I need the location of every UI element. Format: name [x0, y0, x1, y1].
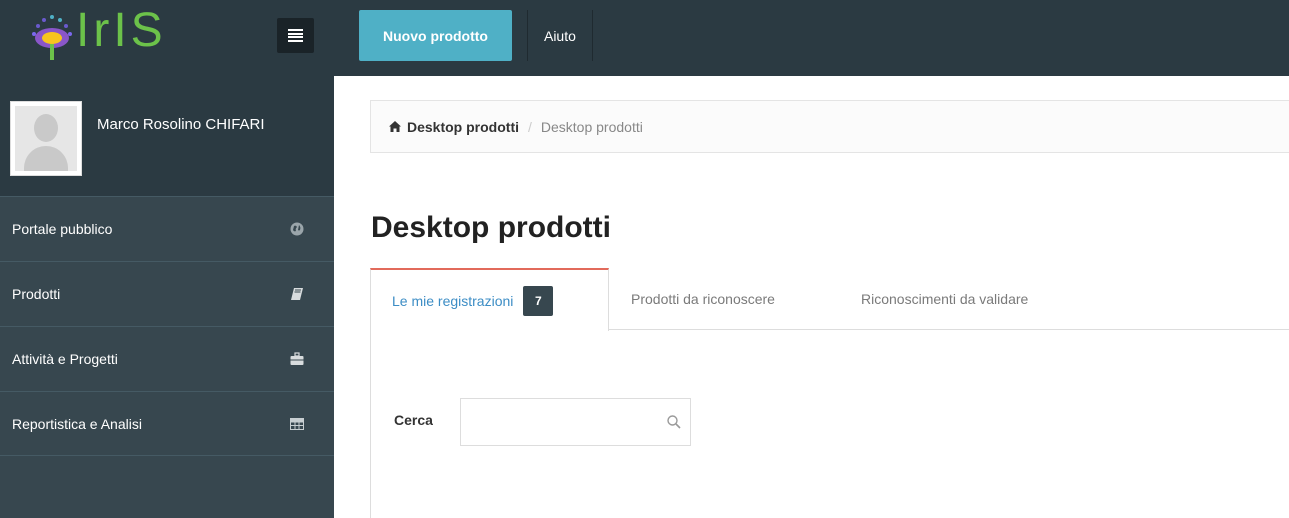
- tab-products-to-recognize[interactable]: Prodotti da riconoscere: [631, 268, 775, 330]
- breadcrumb-separator: /: [528, 118, 532, 135]
- app-root: IrIS Nuovo prodotto Aiuto Marco Rosolino…: [0, 0, 1289, 518]
- globe-icon: [290, 222, 304, 236]
- tab-my-registrations[interactable]: Le mie registrazioni 7: [370, 268, 609, 331]
- tab-label: Prodotti da riconoscere: [631, 291, 775, 307]
- avatar[interactable]: [10, 101, 82, 176]
- sidebar-item-public-portal[interactable]: Portale pubblico: [0, 196, 334, 261]
- logo-text: IrIS: [76, 4, 167, 57]
- tab-content-border: [370, 330, 371, 518]
- tab-label: Le mie registrazioni: [392, 292, 514, 309]
- sidebar-item-activities-projects[interactable]: Attività e Progetti: [0, 326, 334, 391]
- top-nav: Nuovo prodotto Aiuto: [359, 10, 593, 62]
- user-name[interactable]: Marco Rosolino CHIFARI: [97, 116, 265, 133]
- tab-label: Riconoscimenti da validare: [861, 291, 1029, 307]
- tab-bar: Le mie registrazioni 7 Prodotti da ricon…: [370, 268, 1289, 331]
- breadcrumb-home-link[interactable]: Desktop prodotti: [407, 119, 519, 135]
- breadcrumb: Desktop prodotti / Desktop prodotti: [370, 100, 1289, 153]
- search-icon[interactable]: [667, 415, 681, 429]
- sidebar-item-label: Portale pubblico: [12, 221, 113, 237]
- sidebar: Marco Rosolino CHIFARI Portale pubblico …: [0, 76, 334, 518]
- home-icon: [389, 121, 401, 132]
- sidebar-item-reports-analysis[interactable]: Reportistica e Analisi: [0, 391, 334, 456]
- avatar-placeholder-icon: [15, 106, 77, 171]
- sidebar-item-products[interactable]: Prodotti: [0, 261, 334, 326]
- briefcase-icon: [290, 352, 304, 365]
- logo-area: IrIS: [0, 0, 334, 76]
- table-icon: [290, 418, 304, 430]
- hamburger-icon: [288, 29, 303, 42]
- tab-recognitions-to-validate[interactable]: Riconoscimenti da validare: [861, 268, 1028, 330]
- top-navbar: IrIS Nuovo prodotto Aiuto: [0, 0, 1289, 76]
- search-label: Cerca: [394, 412, 433, 428]
- menu-toggle-button[interactable]: [277, 18, 314, 53]
- breadcrumb-current: Desktop prodotti: [540, 118, 643, 135]
- user-profile: Marco Rosolino CHIFARI: [0, 76, 334, 196]
- search-box: [460, 398, 691, 446]
- sidebar-item-label: Prodotti: [12, 286, 61, 302]
- count-badge: 7: [523, 285, 554, 316]
- sidebar-item-label: Attività e Progetti: [12, 351, 118, 367]
- page-title: Desktop prodotti: [371, 211, 611, 244]
- sidebar-item-label: Reportistica e Analisi: [12, 415, 142, 432]
- new-product-button[interactable]: Nuovo prodotto: [359, 10, 512, 61]
- book-icon: [291, 288, 303, 300]
- help-button[interactable]: Aiuto: [526, 10, 593, 61]
- search-input[interactable]: [461, 399, 651, 445]
- sidebar-menu: Portale pubblico Prodotti Attività e Pro…: [0, 196, 334, 456]
